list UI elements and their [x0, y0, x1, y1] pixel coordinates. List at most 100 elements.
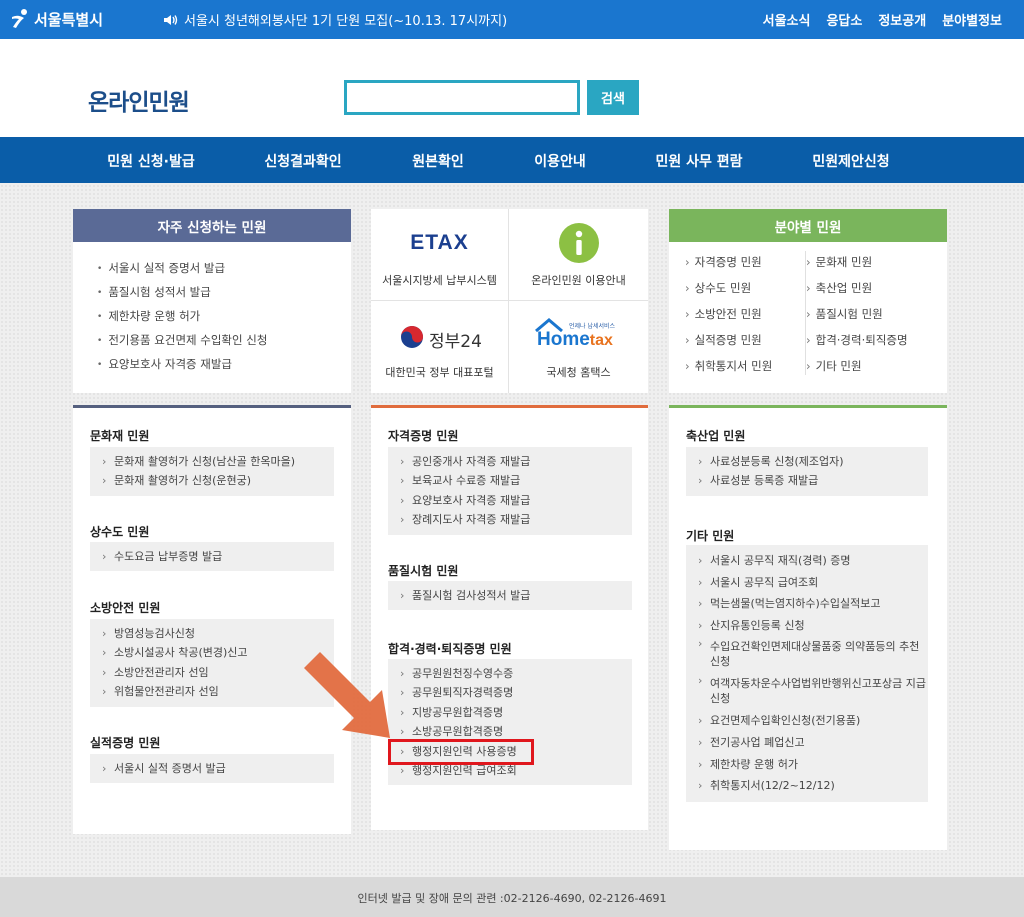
- section-list: 문화재 촬영허가 신청(남산골 한옥마을) 문화재 촬영허가 신청(운현궁): [90, 447, 334, 496]
- list-item[interactable]: 산지유통인등록 신청: [698, 615, 928, 637]
- section-title: 자격증명 민원: [388, 429, 459, 443]
- list-item[interactable]: 서울시 실적 증명서 발급: [97, 257, 351, 281]
- etax-link[interactable]: ETAX 서울시지방세 납부시스템: [371, 209, 509, 301]
- top-link-info-disclosure[interactable]: 정보공개: [878, 10, 926, 29]
- list-item[interactable]: 제한차량 운행 허가: [698, 754, 928, 776]
- list-item[interactable]: 먹는샘물(먹는염지하수)수입실적보고: [698, 593, 928, 615]
- nav-original-verify[interactable]: 원본확인: [412, 151, 464, 171]
- list-item[interactable]: 여객자동차운수사업법위반행위신고포상금 지급신청: [698, 673, 928, 710]
- section-title: 실적증명 민원: [90, 736, 161, 750]
- top-link-news[interactable]: 서울소식: [763, 10, 811, 29]
- frequent-list: 서울시 실적 증명서 발급 품질시험 성적서 발급 제한차량 운행 허가 전기용…: [73, 242, 351, 377]
- nav-usage-guide[interactable]: 이용안내: [534, 151, 586, 171]
- list-item[interactable]: 서울시 공무직 재직(경력) 증명: [698, 550, 928, 572]
- field-item-quality[interactable]: 품질시험 민원: [806, 306, 883, 322]
- list-item[interactable]: 공무원원천징수영수증: [400, 664, 632, 684]
- list-item[interactable]: 요양보호사 자격증 재발급: [97, 353, 351, 377]
- field-item-water[interactable]: 상수도 민원: [685, 280, 752, 296]
- frequent-box-title: 자주 신청하는 민원: [73, 209, 351, 242]
- info-label: 온라인민원 이용안내: [531, 274, 626, 287]
- usage-guide-link[interactable]: 온라인민원 이용안내: [509, 209, 648, 301]
- top-link-field-info[interactable]: 분야별정보: [942, 10, 1002, 29]
- top-bar: 서울특별시 서울시 청년해외봉사단 1기 단원 모집(~10.13. 17시까지…: [0, 0, 1024, 39]
- search-button[interactable]: 검색: [587, 80, 639, 115]
- section-list: 사료성분등록 신청(제조업자) 사료성분 등록증 재발급: [686, 447, 928, 496]
- field-item-certificate[interactable]: 합격·경력·퇴직증명: [806, 332, 908, 348]
- top-link-eungdapso[interactable]: 응답소: [826, 10, 862, 29]
- list-item[interactable]: 요건면제수입확인신청(전기용품): [698, 710, 928, 732]
- field-box: 분야별 민원 자격증명 민원 문화재 민원 상수도 민원 축산업 민원 소방안전…: [669, 209, 947, 393]
- list-item[interactable]: 공인중개사 자격증 재발급: [400, 452, 632, 472]
- section-title: 상수도 민원: [90, 525, 150, 539]
- list-item[interactable]: 요양보호사 자격증 재발급: [400, 491, 632, 511]
- hometax-link[interactable]: 언제나 납세서비스 Hometax 국세청 홈택스: [509, 301, 648, 393]
- list-item[interactable]: 문화재 촬영허가 신청(운현궁): [102, 471, 334, 491]
- section-list: 수도요금 납부증명 발급: [90, 542, 334, 572]
- list-item[interactable]: 사료성분 등록증 재발급: [698, 471, 928, 491]
- list-item[interactable]: 수도요금 납부증명 발급: [102, 547, 334, 567]
- section-list: 서울시 실적 증명서 발급: [90, 754, 334, 784]
- gov24-icon: [401, 326, 423, 348]
- etax-logo: ETAX: [410, 231, 469, 254]
- footer: 인터넷 발급 및 장애 문의 관련 :02-2126-4690, 02-2126…: [0, 877, 1024, 917]
- gov24-link[interactable]: 정부24 대한민국 정부 대표포털: [371, 301, 509, 393]
- list-item[interactable]: 품질시험 성적서 발급: [97, 281, 351, 305]
- nav-apply-issue[interactable]: 민원 신청·발급: [107, 151, 194, 171]
- notice-text: 서울시 청년해외봉사단 1기 단원 모집(~10.13. 17시까지): [184, 14, 508, 29]
- speaker-icon: [164, 14, 178, 25]
- seoul-logo-icon: [12, 9, 27, 28]
- list-item[interactable]: 수입요건확인면제대상물품중 의약품등의 추천신청: [698, 636, 928, 673]
- notice-banner[interactable]: 서울시 청년해외봉사단 1기 단원 모집(~10.13. 17시까지): [163, 10, 507, 29]
- section-title: 합격·경력·퇴직증명 민원: [388, 642, 512, 656]
- field-item-qualification[interactable]: 자격증명 민원: [685, 254, 762, 270]
- list-item[interactable]: 서울시 실적 증명서 발급: [102, 759, 334, 779]
- seoul-logo-text: 서울특별시: [34, 10, 104, 29]
- field-item-cultural[interactable]: 문화재 민원: [806, 254, 873, 270]
- gov24-logo: 정부24: [429, 332, 482, 352]
- annotation-arrow-icon: [304, 652, 390, 738]
- list-item[interactable]: 장례지도사 자격증 재발급: [400, 510, 632, 530]
- search-input[interactable]: [344, 80, 580, 115]
- right-panel: 축산업 민원 사료성분등록 신청(제조업자) 사료성분 등록증 재발급 기타 민…: [669, 405, 947, 850]
- field-item-livestock[interactable]: 축산업 민원: [806, 280, 873, 296]
- annotation-highlight-box: [388, 739, 534, 765]
- list-item[interactable]: 전기공사업 폐업신고: [698, 732, 928, 754]
- seoul-logo[interactable]: 서울특별시: [10, 8, 103, 30]
- section-list: 품질시험 검사성적서 발급: [388, 581, 632, 611]
- field-item-other[interactable]: 기타 민원: [806, 358, 862, 374]
- section-list: 공인중개사 자격증 재발급 보육교사 수료증 재발급 요양보호사 자격증 재발급…: [388, 447, 632, 535]
- section-title: 소방안전 민원: [90, 601, 161, 615]
- hometax-label: 국세청 홈택스: [546, 366, 611, 379]
- section-title: 품질시험 민원: [388, 564, 459, 578]
- etax-label: 서울시지방세 납부시스템: [382, 274, 497, 287]
- nav-result-check[interactable]: 신청결과확인: [264, 151, 341, 171]
- list-item[interactable]: 방염성능검사신청: [102, 624, 334, 644]
- list-item[interactable]: 사료성분등록 신청(제조업자): [698, 452, 928, 472]
- list-item[interactable]: 공무원퇴직자경력증명: [400, 683, 632, 703]
- left-panel: 문화재 민원 문화재 촬영허가 신청(남산골 한옥마을) 문화재 촬영허가 신청…: [73, 405, 351, 834]
- nav-handbook[interactable]: 민원 사무 편람: [655, 151, 742, 171]
- field-item-fire[interactable]: 소방안전 민원: [685, 306, 762, 322]
- nav-suggestion[interactable]: 민원제안신청: [812, 151, 889, 171]
- gov24-label: 대한민국 정부 대표포털: [385, 366, 494, 379]
- section-list: 공무원원천징수영수증 공무원퇴직자경력증명 지방공무원합격증명 소방공무원합격증…: [388, 659, 632, 786]
- field-item-performance[interactable]: 실적증명 민원: [685, 332, 762, 348]
- field-box-title: 분야별 민원: [669, 209, 947, 242]
- list-item[interactable]: 서울시 공무직 급여조회: [698, 572, 928, 594]
- list-item[interactable]: 취학통지서(12/2~12/12): [698, 775, 928, 797]
- hometax-logo: Hometax: [537, 329, 613, 350]
- header: 온라인민원 검색: [0, 39, 1024, 137]
- list-item[interactable]: 제한차량 운행 허가: [97, 305, 351, 329]
- field-item-school-notice[interactable]: 취학통지서 민원: [685, 358, 773, 374]
- list-item[interactable]: 지방공무원합격증명: [400, 703, 632, 723]
- list-item[interactable]: 보육교사 수료증 재발급: [400, 471, 632, 491]
- section-list: 방염성능검사신청 소방시설공사 착공(변경)신고 소방안전관리자 선임 위험물안…: [90, 619, 334, 707]
- field-divider: [805, 251, 806, 375]
- page-title[interactable]: 온라인민원: [88, 83, 190, 117]
- list-item[interactable]: 전기용품 요건면제 수입확인 신청: [97, 329, 351, 353]
- section-title: 기타 민원: [686, 529, 735, 543]
- info-icon: [559, 223, 599, 263]
- list-item[interactable]: 문화재 촬영허가 신청(남산골 한옥마을): [102, 452, 334, 472]
- section-title: 축산업 민원: [686, 429, 746, 443]
- list-item[interactable]: 품질시험 검사성적서 발급: [400, 586, 632, 606]
